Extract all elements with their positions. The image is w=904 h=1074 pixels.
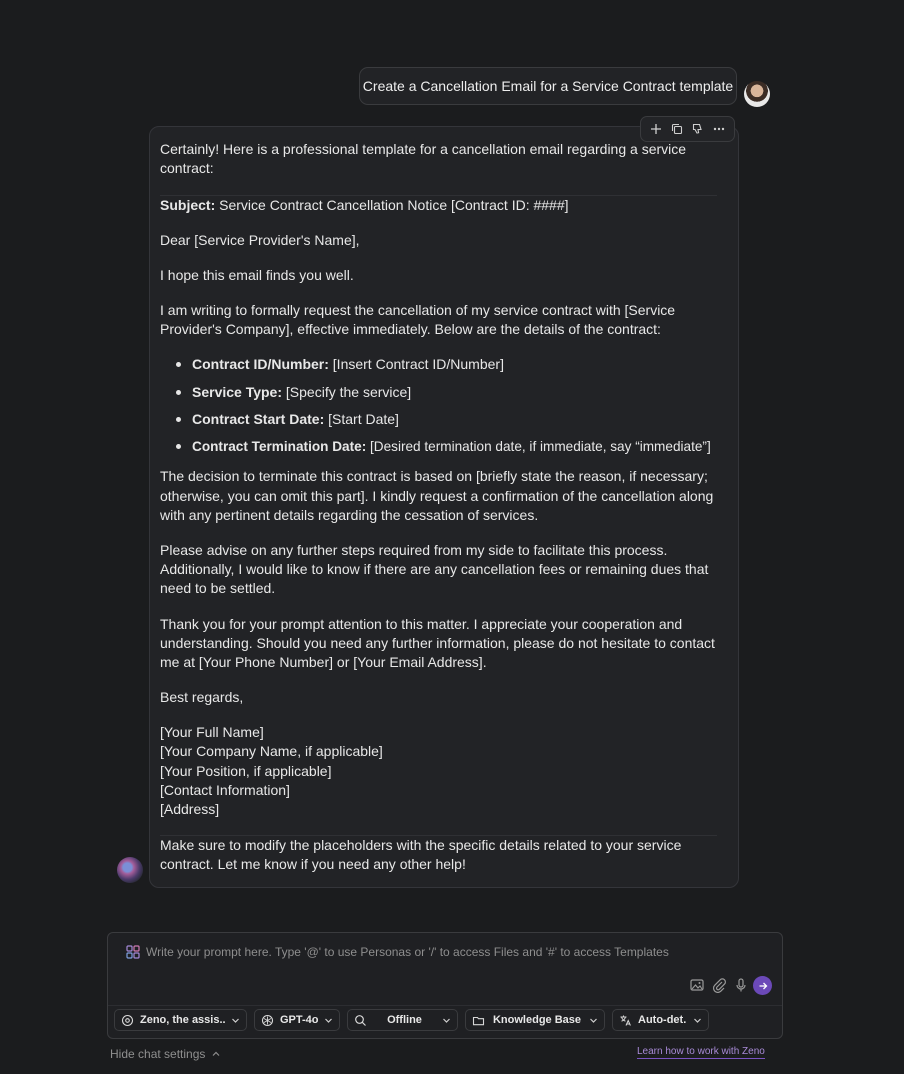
list-item-value: [Insert Contract ID/Number] xyxy=(332,356,504,372)
language-selector[interactable]: Auto-det... xyxy=(612,1009,709,1031)
footer-note-line-2: contract. Let me know if you need any ot… xyxy=(160,856,466,872)
chevron-down-icon xyxy=(232,1018,239,1023)
knowledge-base-selector[interactable]: Knowledge Base xyxy=(465,1009,605,1031)
signature-line: [Address] xyxy=(160,801,220,817)
more-icon[interactable] xyxy=(711,121,727,137)
list-item-label: Service Type: xyxy=(192,384,283,400)
copy-icon[interactable] xyxy=(669,121,685,137)
send-button[interactable] xyxy=(753,976,772,995)
knowledge-base-label: Knowledge Base xyxy=(492,1014,582,1026)
list-item-value: [Specify the service] xyxy=(285,384,412,400)
translate-icon xyxy=(620,1015,631,1026)
assistant-avatar xyxy=(117,857,143,883)
bullet-dot xyxy=(176,444,181,449)
subject-value: Service Contract Cancellation Notice [Co… xyxy=(219,197,569,213)
user-avatar xyxy=(744,81,770,107)
paragraph-4-line-1: Thank you for your prompt attention to t… xyxy=(160,616,683,632)
intro-line-1: Certainly! Here is a professional templa… xyxy=(160,141,687,157)
list-item: Contract ID/Number: [Insert Contract ID/… xyxy=(192,355,504,374)
signature-line: [Your Company Name, if applicable] xyxy=(160,743,383,759)
hide-chat-settings-toggle[interactable]: Hide chat settings xyxy=(110,1047,221,1061)
hope-line: I hope this email finds you well. xyxy=(160,267,354,283)
list-item: Contract Start Date: [Start Date] xyxy=(192,410,399,429)
greeting: Dear [Service Provider's Name], xyxy=(160,232,360,248)
list-item-value: [Desired termination date, if immediate,… xyxy=(370,439,711,454)
folder-icon xyxy=(472,1016,485,1025)
openai-icon xyxy=(261,1014,274,1026)
persona-label: Zeno, the assis... xyxy=(140,1014,225,1026)
paragraph-2-line-3: with any pertinent details regarding the… xyxy=(160,507,539,523)
search-icon xyxy=(355,1014,366,1026)
paragraph-4-line-2: understanding. Should you need any furth… xyxy=(160,635,715,651)
list-item: Contract Termination Date: [Desired term… xyxy=(192,437,711,456)
plus-icon[interactable] xyxy=(648,121,664,137)
templates-grid-icon[interactable] xyxy=(126,945,140,959)
signature-line: [Contact Information] xyxy=(160,782,290,798)
learn-zeno-link[interactable]: Learn how to work with Zeno xyxy=(637,1046,765,1059)
closing: Best regards, xyxy=(160,689,244,705)
chevron-down-icon xyxy=(325,1018,332,1023)
list-item-label: Contract Start Date: xyxy=(192,411,325,427)
search-mode-label: Offline xyxy=(387,1014,422,1026)
paragraph-3-line-3: need to be settled. xyxy=(160,580,276,596)
image-icon[interactable] xyxy=(689,977,705,993)
search-mode-selector[interactable]: Offline xyxy=(347,1009,458,1031)
model-label: GPT-4o xyxy=(280,1014,318,1026)
message-actions xyxy=(640,116,735,142)
persona-icon xyxy=(121,1014,134,1026)
thumbs-down-icon[interactable] xyxy=(690,121,706,137)
persona-selector[interactable]: Zeno, the assis... xyxy=(114,1009,247,1031)
list-item-label: Contract ID/Number: xyxy=(192,356,329,372)
signature-line: [Your Position, if applicable] xyxy=(160,763,332,779)
hide-chat-settings-label: Hide chat settings xyxy=(110,1047,206,1061)
list-item: Service Type: [Specify the service] xyxy=(192,383,411,402)
paragraph-3-line-1: Please advise on any further steps requi… xyxy=(160,542,668,558)
chevron-down-icon xyxy=(443,1018,450,1023)
footer-note-line-1: Make sure to modify the placeholders wit… xyxy=(160,837,682,853)
subject-line: Subject: Service Contract Cancellation N… xyxy=(160,196,569,215)
intro-line-2: contract: xyxy=(160,160,214,176)
paragraph-2-line-2: otherwise, you can omit this part]. I ki… xyxy=(160,488,714,504)
bullet-dot xyxy=(176,362,181,367)
paragraph-2-line-1: The decision to terminate this contract … xyxy=(160,468,708,484)
prompt-input[interactable] xyxy=(146,942,756,962)
list-item-value: [Start Date] xyxy=(328,411,399,427)
paragraph-3-line-2: Additionally, I would like to know if th… xyxy=(160,561,709,577)
chevron-down-icon xyxy=(694,1018,701,1023)
list-item-label: Contract Termination Date: xyxy=(192,439,367,454)
bullet-dot xyxy=(176,417,181,422)
model-selector[interactable]: GPT-4o xyxy=(254,1009,340,1031)
chevron-up-icon xyxy=(212,1051,220,1056)
paragraph-1-line-1: I am writing to formally request the can… xyxy=(160,302,676,318)
subject-label: Subject: xyxy=(160,197,216,213)
user-message: Create a Cancellation Email for a Servic… xyxy=(359,67,737,105)
bullet-dot xyxy=(176,390,181,395)
arrow-right-icon xyxy=(759,982,767,989)
chevron-down-icon xyxy=(590,1018,597,1023)
signature-line: [Your Full Name] xyxy=(160,724,264,740)
paragraph-1-line-2: Provider's Company], effective immediate… xyxy=(160,321,661,337)
paragraph-4-line-3: me at [Your Phone Number] or [Your Email… xyxy=(160,654,487,670)
language-label: Auto-det... xyxy=(638,1014,687,1026)
microphone-icon[interactable] xyxy=(733,977,749,993)
paperclip-icon[interactable] xyxy=(711,977,727,993)
